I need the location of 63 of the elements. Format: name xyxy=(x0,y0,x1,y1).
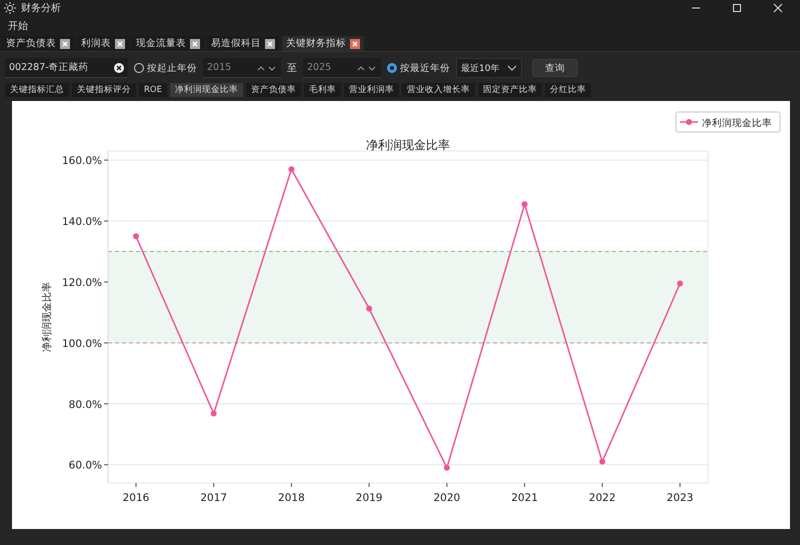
sun-icon xyxy=(4,2,16,14)
data-point xyxy=(288,166,294,172)
data-point xyxy=(366,305,372,312)
data-point xyxy=(522,201,528,208)
y-tick-label: 60.0% xyxy=(68,460,102,472)
close-icon[interactable] xyxy=(190,38,200,48)
metric-tab[interactable]: 营业利润率 xyxy=(344,83,399,97)
close-icon[interactable] xyxy=(773,3,783,14)
close-icon[interactable] xyxy=(350,38,360,48)
y-tick-label: 120.0% xyxy=(62,276,102,289)
metric-tab[interactable]: 毛利率 xyxy=(304,83,341,97)
chevron-down-icon xyxy=(507,65,517,71)
data-point xyxy=(444,464,450,471)
stock-field[interactable]: 002287-奇正藏药 xyxy=(5,58,128,78)
year-spinbox[interactable]: 2015 xyxy=(203,58,281,78)
metric-tab[interactable]: 分红比率 xyxy=(544,83,591,97)
data-point xyxy=(599,458,606,465)
document-tab[interactable]: 利润表 xyxy=(77,36,129,51)
chart-legend: 净利润现金比率 xyxy=(676,112,780,132)
close-icon[interactable] xyxy=(60,38,70,48)
x-tick-label: 2016 xyxy=(122,492,150,504)
year-spinbox[interactable]: 2025 xyxy=(303,58,381,78)
data-point xyxy=(677,280,683,286)
query-button[interactable]: 查询 xyxy=(532,59,578,77)
metric-tab[interactable]: 关键指标汇总 xyxy=(5,83,69,97)
document-tab[interactable]: 资产负债表 xyxy=(2,36,74,51)
x-tick-label: 2022 xyxy=(588,492,616,504)
x-tick-label: 2017 xyxy=(200,492,228,504)
document-tab[interactable]: 易造假科目 xyxy=(207,36,279,51)
recent-years-dropdown[interactable]: 最近10年 xyxy=(456,58,522,78)
stepper-icon[interactable] xyxy=(257,64,277,72)
stepper-icon[interactable] xyxy=(357,64,377,72)
y-tick-label: 100.0% xyxy=(62,338,102,350)
maximize-icon[interactable] xyxy=(732,3,742,14)
y-tick-label: 160.0% xyxy=(62,155,102,168)
y-tick-label: 80.0% xyxy=(68,398,102,411)
metric-tab[interactable]: 关键指标评分 xyxy=(72,83,136,97)
x-tick-label: 2021 xyxy=(511,492,538,504)
metric-tab[interactable]: ROE xyxy=(139,83,167,97)
metric-tab[interactable]: 固定资产比率 xyxy=(478,83,542,97)
data-point xyxy=(133,233,139,240)
close-icon[interactable] xyxy=(115,38,125,48)
data-point xyxy=(210,410,217,417)
window-title: 财务分析 xyxy=(21,2,61,16)
y-tick-label: 140.0% xyxy=(62,216,102,228)
x-tick-label: 2023 xyxy=(666,492,694,504)
radio-button[interactable]: 按起止年份 xyxy=(134,62,197,74)
to-label: 至 xyxy=(287,62,297,75)
radio-button[interactable]: 按最近年份 xyxy=(387,62,450,74)
x-tick-label: 2018 xyxy=(278,492,305,504)
y-axis-label: 净利润现金比率 xyxy=(42,282,53,352)
document-tab[interactable]: 关键财务指标 xyxy=(282,36,364,51)
menu-item[interactable]: 开始 xyxy=(8,18,28,33)
metric-tab[interactable]: 营业收入增长率 xyxy=(402,83,475,97)
close-icon[interactable] xyxy=(265,38,275,48)
metric-tab[interactable]: 资产负债率 xyxy=(246,83,301,97)
x-tick-label: 2019 xyxy=(356,492,382,504)
legend-label: 净利润现金比率 xyxy=(702,117,772,129)
chart-title: 净利润现金比率 xyxy=(366,138,450,152)
document-tab[interactable]: 现金流量表 xyxy=(132,36,204,51)
clear-icon[interactable] xyxy=(114,62,124,72)
metric-tab[interactable]: 净利润现金比率 xyxy=(170,83,243,97)
x-tick-label: 2020 xyxy=(434,492,460,504)
